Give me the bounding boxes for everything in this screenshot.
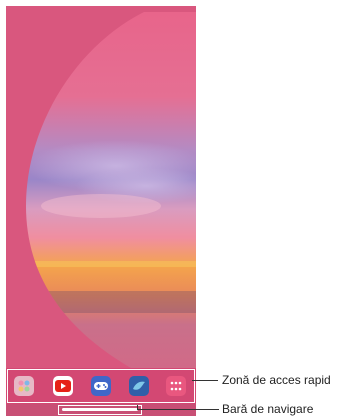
dock-app-drawer[interactable] xyxy=(166,376,186,396)
gamepad-icon xyxy=(94,382,108,390)
dock-app-youtube[interactable] xyxy=(53,376,73,396)
wallpaper xyxy=(6,6,196,368)
navbar-callout-label: Bară de navigare xyxy=(222,402,314,416)
navbar-callout-tick xyxy=(137,405,138,410)
dock-app-game-launcher[interactable] xyxy=(91,376,111,396)
quick-access-dock xyxy=(6,368,196,404)
youtube-icon xyxy=(55,380,71,392)
navbar-callout-line xyxy=(137,409,219,410)
apps-grid-icon xyxy=(170,381,182,391)
gallery-icon xyxy=(18,380,30,392)
navigation-bar xyxy=(6,404,196,416)
dock-callout-label: Zonă de acces rapid xyxy=(222,373,331,387)
phone-screen xyxy=(6,6,196,416)
bird-icon xyxy=(133,381,145,390)
dock-callout-line xyxy=(192,380,218,381)
dock-app-bird[interactable] xyxy=(129,376,149,396)
home-gesture-bar[interactable] xyxy=(62,408,138,411)
dock-app-gallery[interactable] xyxy=(14,376,34,396)
